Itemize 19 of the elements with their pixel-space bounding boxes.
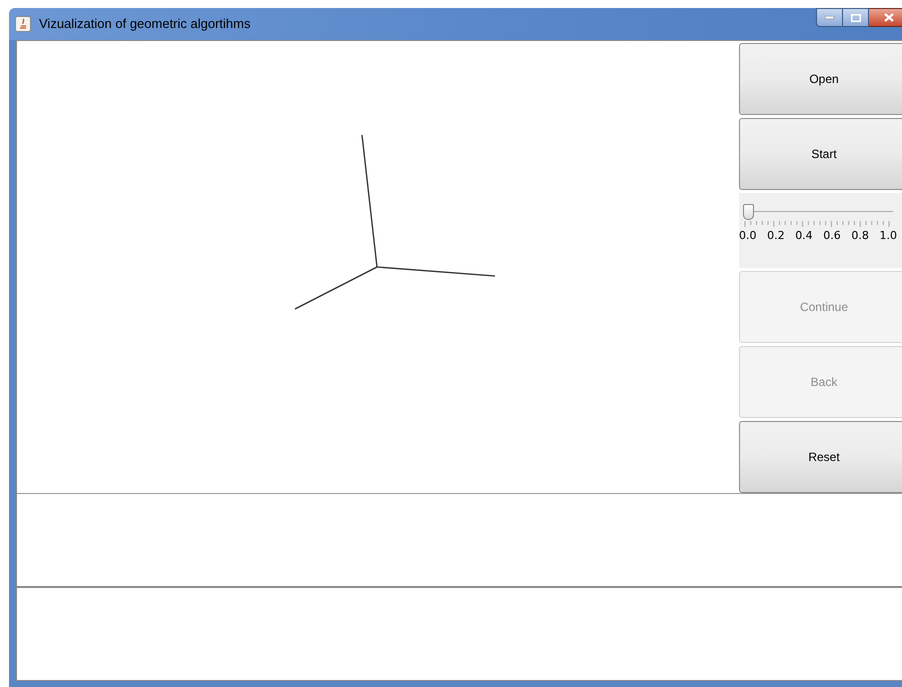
action-button[interactable]: Start — [739, 118, 902, 190]
maximize-icon — [850, 14, 860, 22]
tick-label: 0.6 — [823, 228, 841, 244]
tick-label: 0.4 — [795, 228, 813, 244]
slider[interactable] — [743, 204, 893, 220]
tick-label: 0.0 — [739, 228, 756, 244]
maximize-button[interactable] — [843, 8, 869, 27]
tick-label: 1.0 — [879, 228, 897, 244]
minimize-icon — [825, 16, 834, 19]
action-button[interactable]: Reset — [739, 421, 902, 493]
slider-thumb[interactable] — [743, 204, 754, 220]
window-title: Vizualization of geometric algortihms — [39, 15, 250, 34]
app-icon — [15, 16, 31, 32]
tick-label: 0.8 — [851, 228, 869, 244]
close-icon — [884, 13, 894, 22]
minimize-button[interactable] — [816, 8, 843, 27]
action-button[interactable]: Open — [739, 43, 902, 115]
close-button[interactable] — [869, 8, 902, 27]
tick-label: 0.2 — [767, 228, 785, 244]
